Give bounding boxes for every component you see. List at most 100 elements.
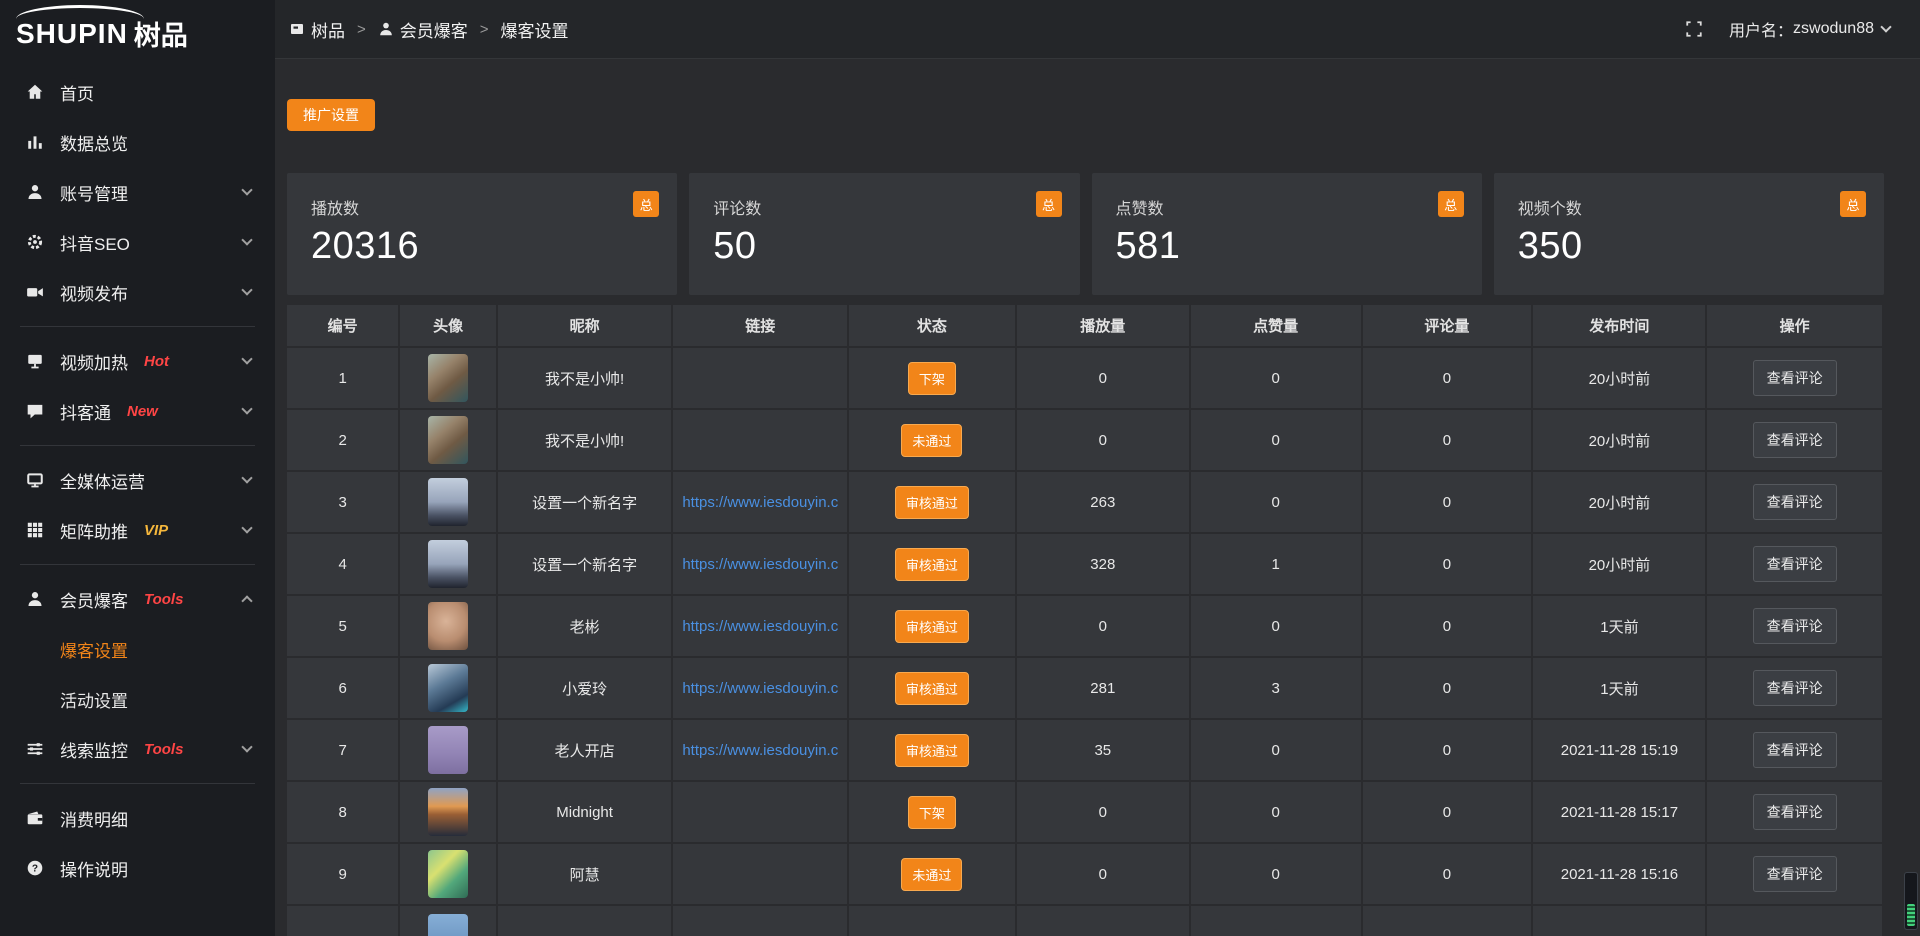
comments-count: 0 [1363,720,1534,782]
sidebar-item-douyin-seo[interactable]: 抖音SEO [0,217,275,267]
chevron-down-icon [241,403,252,414]
sidebar-item-video-heating[interactable]: 视频加热Hot [0,336,275,386]
status-cell: 未通过 [849,410,1017,472]
monitor-icon [26,352,44,370]
sidebar-item-data-overview[interactable]: 数据总览 [0,117,275,167]
avatar [428,602,468,650]
sidebar-subitem-activity-settings[interactable]: 活动设置 [0,674,275,724]
comments-count: 0 [1363,844,1534,906]
user-icon [26,183,44,201]
status-badge[interactable]: 未通过 [901,424,962,457]
sidebar-item-matrix-boost[interactable]: 矩阵助推VIP [0,505,275,555]
video-link[interactable]: https://www.iesdouyin.c [682,742,838,759]
table-row: 3设置一个新名字https://www.iesdouyin.c审核通过26300… [287,472,1884,534]
row-number: 9 [287,844,400,906]
likes-count: 0 [1191,410,1363,472]
stat-card-comments-total: 评论数50总 [689,173,1079,295]
likes-count: 3 [1191,658,1363,720]
view-comments-button[interactable]: 查看评论 [1753,608,1837,644]
fullscreen-icon[interactable] [1685,20,1703,38]
sidebar-item-account-management[interactable]: 账号管理 [0,167,275,217]
avatar-cell [400,844,497,906]
likes-count: 0 [1191,844,1363,906]
promo-settings-button[interactable]: 推广设置 [287,99,375,131]
view-comments-button[interactable]: 查看评论 [1753,856,1837,892]
column-header: 评论量 [1363,305,1534,348]
sidebar-item-all-media-operation[interactable]: 全媒体运营 [0,455,275,505]
likes-count: 0 [1191,720,1363,782]
view-comments-button[interactable]: 查看评论 [1753,546,1837,582]
brand-logo[interactable]: SHUPIN 树品 [0,0,275,59]
plays-count: 0 [1017,596,1191,658]
plays-count: 35 [1017,720,1191,782]
video-link[interactable]: https://www.iesdouyin.c [682,618,838,635]
sidebar-item-member-baoke[interactable]: 会员爆客Tools [0,574,275,624]
view-comments-button[interactable]: 查看评论 [1753,794,1837,830]
likes-count: 0 [1191,596,1363,658]
video-camera-icon [26,283,44,301]
sidebar-item-label: 线索监控 [60,737,128,762]
sidebar-item-label: 矩阵助推 [60,518,128,543]
chevron-down-icon [241,184,252,195]
status-cell: 下架 [849,348,1017,410]
view-comments-button[interactable]: 查看评论 [1753,422,1837,458]
view-comments-button[interactable]: 查看评论 [1753,484,1837,520]
sidebar-item-clue-monitoring[interactable]: 线索监控Tools [0,724,275,774]
sidebar-item-consumption-details[interactable]: 消费明细 [0,793,275,843]
status-badge[interactable]: 审核通过 [895,734,969,767]
stat-value: 50 [713,225,1055,268]
nickname [498,906,674,936]
view-comments-button[interactable]: 查看评论 [1753,732,1837,768]
status-badge[interactable]: 未通过 [901,858,962,891]
table-row: 7老人开店https://www.iesdouyin.c审核通过35002021… [287,720,1884,782]
video-link[interactable]: https://www.iesdouyin.c [682,556,838,573]
publish-time: 20小时前 [1533,348,1707,410]
chevron-down-icon [241,284,252,295]
status-badge[interactable]: 下架 [908,796,956,829]
avatar [428,664,468,712]
help-icon: ? [26,859,44,877]
breadcrumb-item-shupin[interactable]: 树品 [289,17,345,42]
view-comments-button[interactable]: 查看评论 [1753,360,1837,396]
video-link[interactable]: https://www.iesdouyin.c [682,680,838,697]
status-badge[interactable]: 下架 [908,362,956,395]
sidebar-subitem-baoke-settings[interactable]: 爆客设置 [0,624,275,674]
avatar-cell [400,720,497,782]
nickname: 设置一个新名字 [498,534,674,596]
publish-time: 20小时前 [1533,534,1707,596]
breadcrumb-item-member-baoke[interactable]: 会员爆客 [378,17,468,42]
likes-count [1191,906,1363,936]
view-comments-button[interactable]: 查看评论 [1753,670,1837,706]
scrollbar-widget[interactable] [1904,872,1918,930]
avatar [428,726,468,774]
sidebar-item-video-publish[interactable]: 视频发布 [0,267,275,317]
avatar [428,850,468,898]
username-menu[interactable]: 用户名： zswodun88 [1729,17,1890,41]
status-badge[interactable]: 审核通过 [895,486,969,519]
chevron-down-icon [241,522,252,533]
topbar-right: 用户名： zswodun88 [1685,17,1890,41]
breadcrumb-item-baoke-settings[interactable]: 爆客设置 [501,17,569,42]
breadcrumb-label: 会员爆客 [400,17,468,42]
screen-icon [26,471,44,489]
status-cell: 审核通过 [849,720,1017,782]
link-cell [673,844,849,906]
stat-value: 350 [1518,225,1860,268]
sidebar-item-operation-guide[interactable]: ?操作说明 [0,843,275,893]
link-cell [673,410,849,472]
status-badge[interactable]: 审核通过 [895,610,969,643]
sidebar-item-label: 数据总览 [60,130,128,155]
status-cell: 下架 [849,782,1017,844]
bar-chart-icon [26,133,44,151]
sidebar-item-home[interactable]: 首页 [0,67,275,117]
video-link[interactable]: https://www.iesdouyin.c [682,494,838,511]
status-badge[interactable]: 审核通过 [895,672,969,705]
sidebar-item-label: 抖客通 [60,399,111,424]
status-cell: 未通过 [849,844,1017,906]
sidebar-item-douketong[interactable]: 抖客通New [0,386,275,436]
home-icon [26,83,44,101]
action-cell: 查看评论 [1707,782,1883,844]
stat-value: 581 [1116,225,1458,268]
status-badge[interactable]: 审核通过 [895,548,969,581]
link-cell: https://www.iesdouyin.c [673,472,849,534]
